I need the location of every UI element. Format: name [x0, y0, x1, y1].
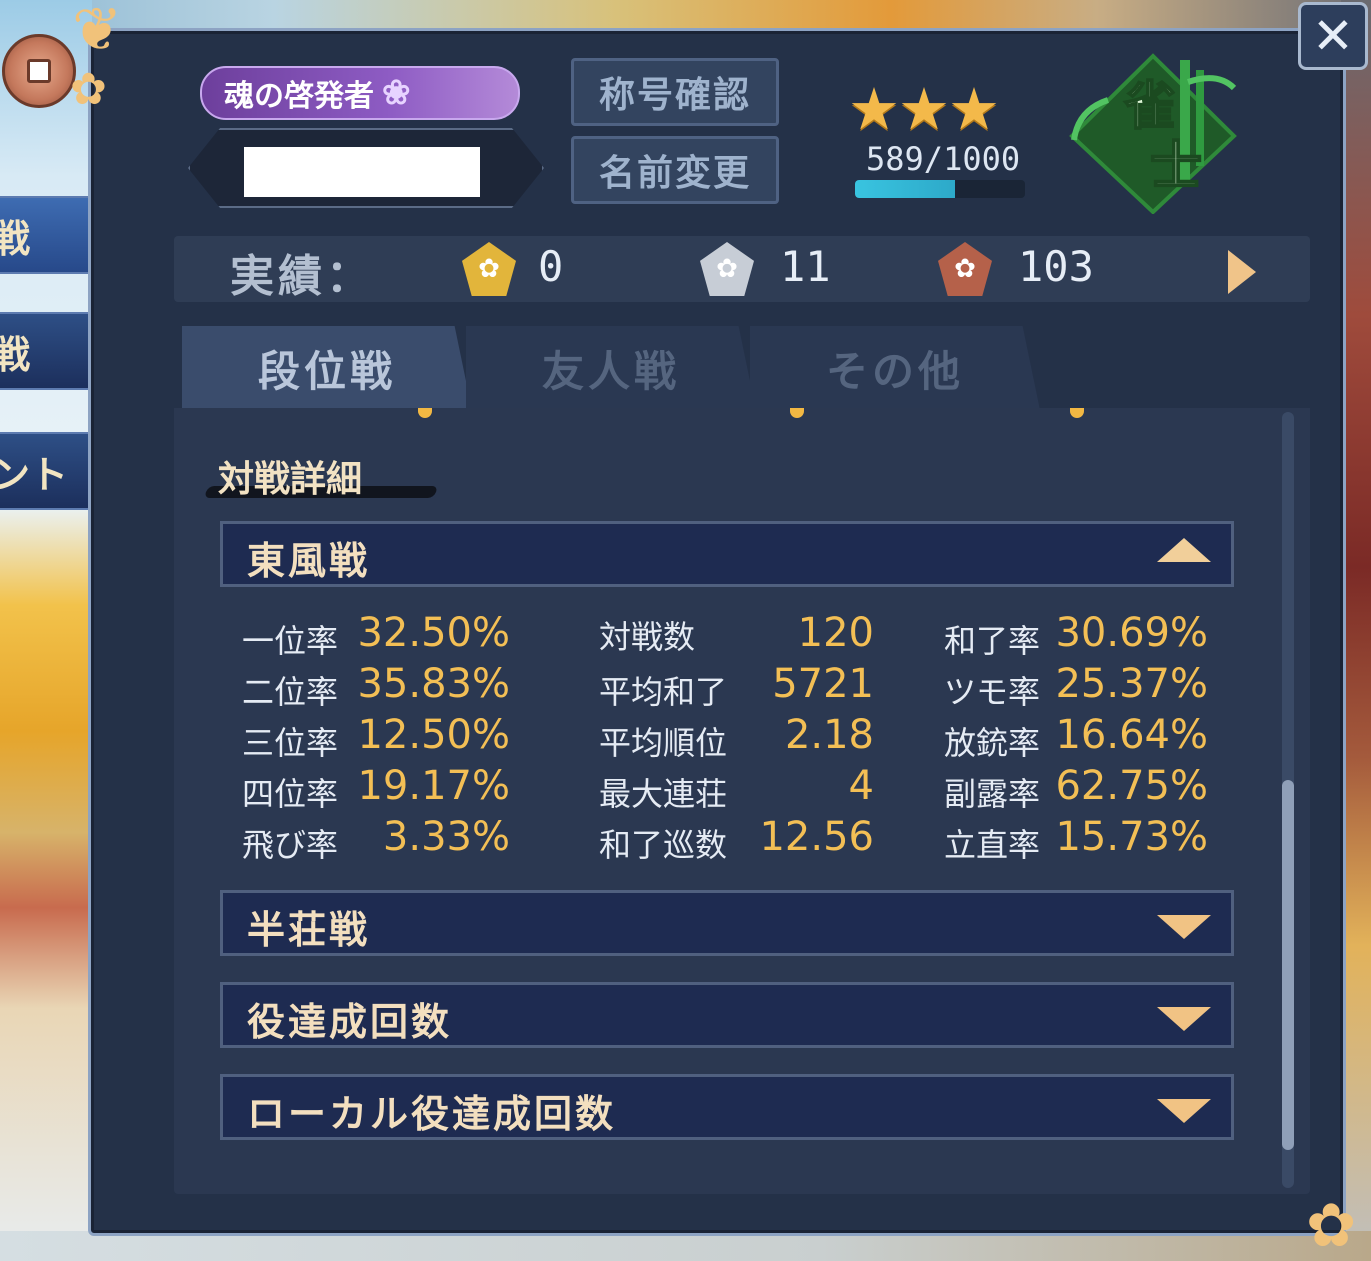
stat-value: 4	[848, 763, 874, 809]
stat-value: 15.73%	[1055, 814, 1208, 860]
maple-leaf-icon: ❦	[72, 0, 123, 65]
side-tab-2[interactable]: 戦	[0, 312, 98, 390]
stat-value: 35.83%	[357, 661, 510, 707]
rank-emblem-icon: 雀 士	[1069, 53, 1237, 214]
stat-value: 12.56	[759, 814, 874, 860]
accordion-label: 東風戦	[247, 538, 371, 583]
stat-label: 飛び率	[242, 826, 339, 864]
rank-name-1: 雀	[1124, 76, 1176, 137]
accordion-yaku-count[interactable]: 役達成回数	[220, 982, 1234, 1048]
expand-arrow-icon	[1157, 1007, 1211, 1031]
background-scenery-left	[0, 0, 92, 1261]
accordion-half-round[interactable]: 半荘戦	[220, 890, 1234, 956]
exp-progress-fill	[855, 180, 956, 198]
bronze-count: 103	[1018, 242, 1094, 291]
side-tab-3[interactable]: ント	[0, 432, 98, 510]
title-badge-label: 魂の啓発者	[224, 79, 374, 114]
achievements-label: 実績：	[230, 251, 374, 302]
collapse-arrow-icon	[1157, 538, 1211, 562]
tab-ranked[interactable]: 段位戦	[182, 326, 472, 410]
stat-label: 副露率	[944, 775, 1041, 813]
stat-label: 一位率	[242, 622, 339, 660]
stat-label: 三位率	[242, 724, 339, 762]
stat-label: 立直率	[944, 826, 1041, 864]
background-scenery-top	[0, 0, 1371, 30]
stat-value: 3.33%	[382, 814, 510, 860]
stat-label: 最大連荘	[599, 775, 728, 813]
stat-value: 2.18	[784, 712, 874, 758]
stat-label: 四位率	[242, 775, 339, 813]
stat-label: 平均和了	[599, 673, 728, 711]
stat-label: 和了巡数	[599, 826, 728, 864]
stat-value: 19.17%	[357, 763, 510, 809]
accordion-label: 半荘戦	[247, 907, 371, 952]
expand-arrow-icon	[1157, 915, 1211, 939]
stat-value: 25.37%	[1055, 661, 1208, 707]
stat-label: 放銃率	[944, 724, 1041, 762]
stat-value: 32.50%	[357, 610, 510, 656]
player-name-redacted	[244, 147, 480, 197]
rank-stars: ★★★	[848, 75, 1000, 143]
accordion-label: ローカル役達成回数	[247, 1091, 617, 1136]
rank-name-2: 士	[1150, 136, 1202, 197]
accordion-label: 役達成回数	[247, 999, 453, 1044]
stat-label: 二位率	[242, 673, 339, 711]
close-button[interactable]: ✕	[1298, 2, 1368, 70]
stat-label: 平均順位	[599, 724, 728, 762]
accordion-local-yaku-count[interactable]: ローカル役達成回数	[220, 1074, 1234, 1140]
lotus-icon: ❀	[382, 73, 411, 113]
scrollbar-thumb[interactable]	[1282, 780, 1294, 1150]
tab-other[interactable]: その他	[750, 326, 1040, 410]
stat-label: 対戦数	[599, 618, 696, 656]
stat-value: 30.69%	[1055, 610, 1208, 656]
side-tab-2-label: 戦	[0, 324, 30, 379]
coin-icon	[2, 34, 76, 108]
expand-arrow-icon	[1157, 1099, 1211, 1123]
stat-label: 和了率	[944, 622, 1041, 660]
stat-value: 62.75%	[1055, 763, 1208, 809]
rename-button[interactable]: 名前変更	[571, 136, 779, 204]
accordion-east-round[interactable]: 東風戦	[220, 521, 1234, 587]
exp-progress-bar	[855, 180, 1025, 198]
maple-leaf-icon: ✿	[70, 64, 107, 115]
section-title: 対戦詳細	[218, 458, 363, 500]
stat-value: 5721	[772, 661, 874, 707]
stat-value: 16.64%	[1055, 712, 1208, 758]
maple-leaf-icon: ✿	[1306, 1191, 1357, 1261]
stat-value: 12.50%	[357, 712, 510, 758]
exp-text: 589/1000	[866, 140, 1021, 178]
tab-friend[interactable]: 友人戦	[466, 326, 756, 410]
side-tab-1-label: 戦	[0, 208, 30, 263]
silver-count: 11	[780, 242, 831, 291]
side-tab-3-label: ント	[0, 451, 69, 497]
achievements-next-arrow-icon[interactable]	[1228, 250, 1256, 294]
title-badge: 魂の啓発者 ❀	[200, 66, 520, 120]
title-check-button[interactable]: 称号確認	[571, 58, 779, 126]
stat-value: 120	[797, 610, 874, 656]
stat-label: ツモ率	[944, 673, 1041, 711]
gold-count: 0	[538, 242, 564, 291]
